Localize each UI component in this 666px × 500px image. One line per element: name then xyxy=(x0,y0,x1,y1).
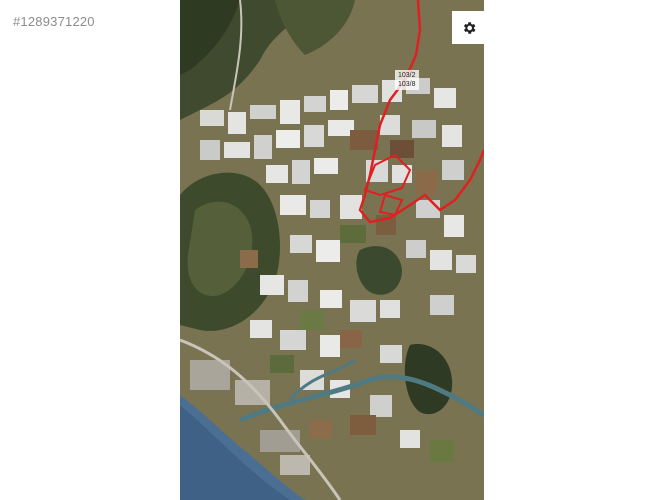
listing-photo-page: #1289371220 103/2 103/8 xyxy=(0,0,666,500)
parcel-label-1: 103/2 xyxy=(398,72,416,79)
parcel-label: 103/2 103/8 xyxy=(395,70,419,90)
parcel-label-2: 103/8 xyxy=(398,81,416,88)
satellite-imagery xyxy=(180,0,484,500)
gear-icon xyxy=(463,21,475,34)
listing-id: #1289371220 xyxy=(13,14,95,29)
satellite-map[interactable] xyxy=(180,0,484,500)
map-settings-button[interactable] xyxy=(452,11,485,44)
